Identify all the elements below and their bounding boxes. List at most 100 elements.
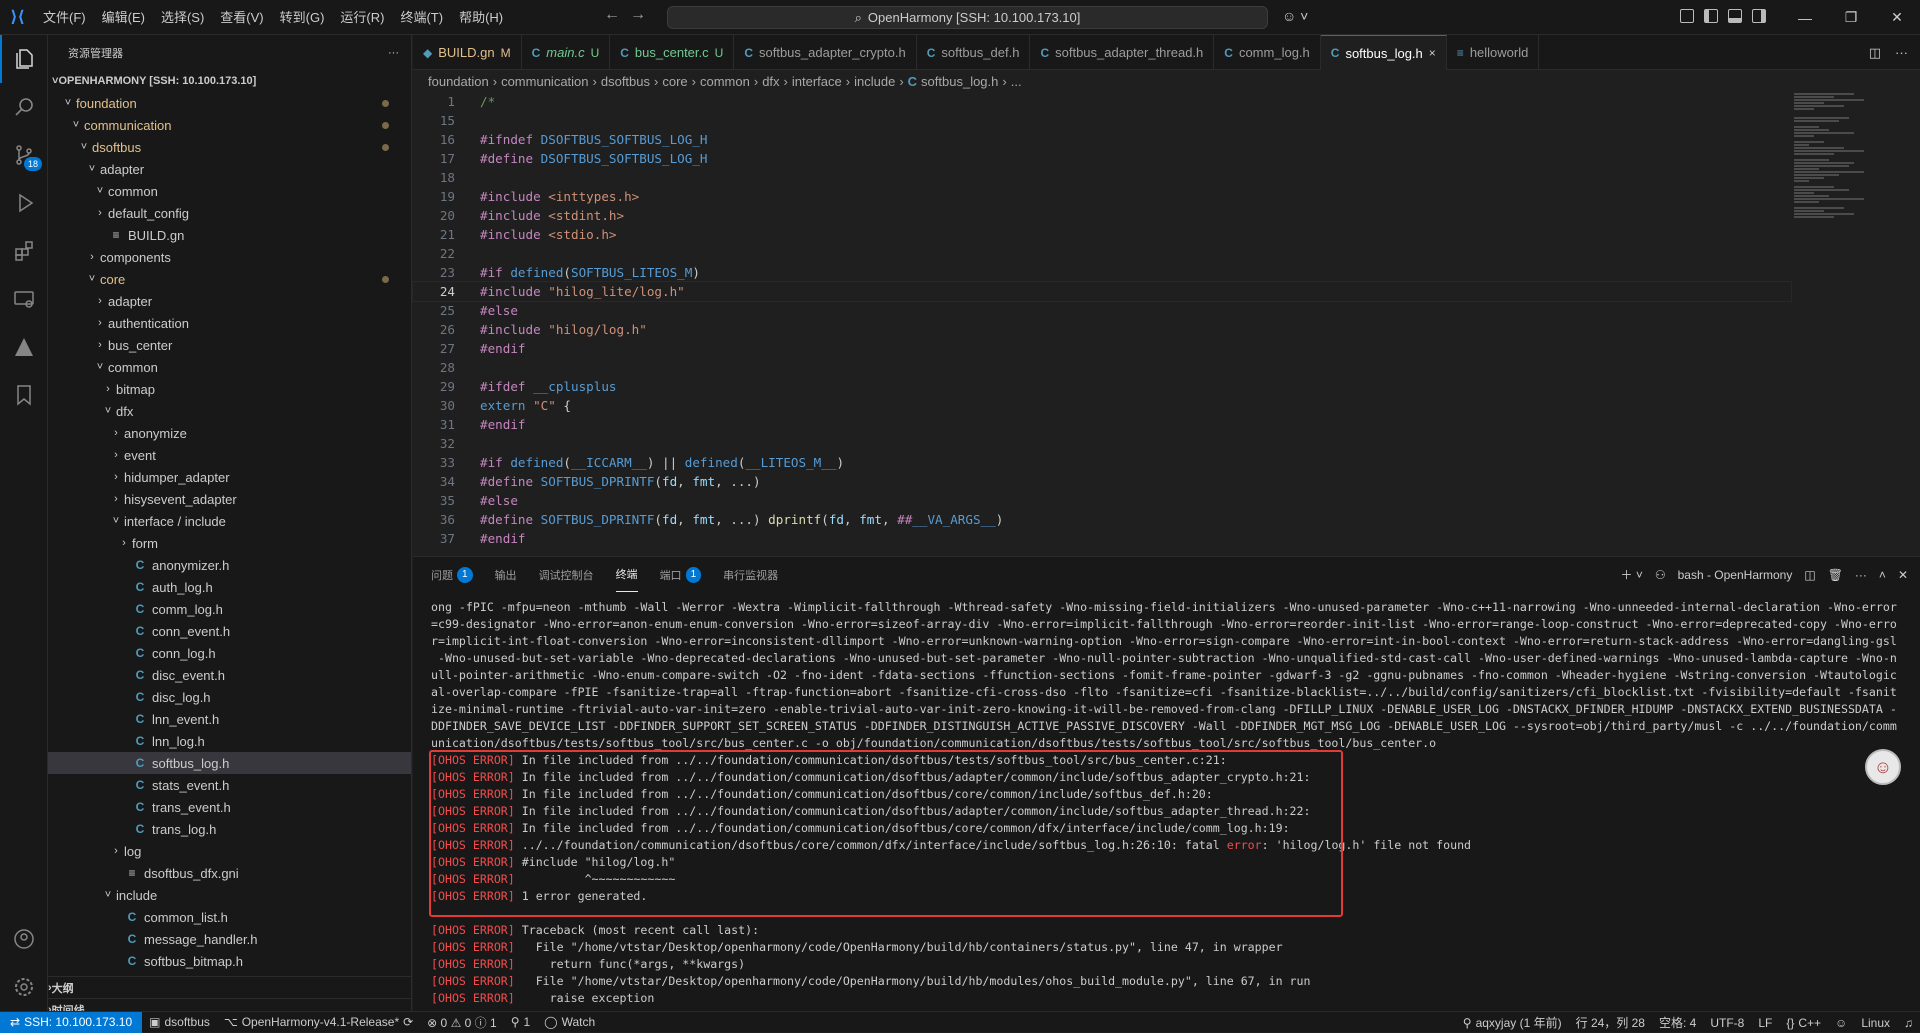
toggle-panel-icon[interactable]	[1728, 9, 1742, 23]
file-item[interactable]: ≡ BUILD.gn	[48, 224, 411, 246]
tab-softbus-log-h[interactable]: Csoftbus_log.h ×	[1320, 35, 1447, 70]
accounts-icon[interactable]	[0, 915, 48, 963]
repo-indicator[interactable]: ▣ dsoftbus	[142, 1015, 217, 1029]
notifications-bell-icon[interactable]: ♫	[1897, 1016, 1920, 1030]
folder-item[interactable]: › anonymize	[48, 422, 411, 444]
menu-item[interactable]: 运行(R)	[332, 0, 392, 35]
folder-item[interactable]: ˅ dfx	[48, 400, 411, 422]
breadcrumb-item[interactable]: softbus_log.h	[921, 74, 998, 89]
file-item[interactable]: Cconn_log.h	[48, 642, 411, 664]
breadcrumb-item[interactable]: common	[700, 74, 750, 89]
platform[interactable]: Linux	[1854, 1016, 1897, 1030]
folder-item[interactable]: ˅ foundation	[48, 92, 411, 114]
sync-icon[interactable]: ⟳	[403, 1015, 413, 1029]
tab-main-c[interactable]: Cmain.c U	[522, 35, 611, 70]
search-icon[interactable]	[0, 83, 48, 131]
folder-item[interactable]: › adapter	[48, 290, 411, 312]
menu-item[interactable]: 选择(S)	[153, 0, 212, 35]
folder-item[interactable]: › log	[48, 840, 411, 862]
ports-indicator[interactable]: ⚲ 1	[504, 1015, 537, 1029]
forward-arrow-icon[interactable]: →	[630, 6, 646, 24]
file-item[interactable]: Ccommon_list.h	[48, 906, 411, 928]
folder-item[interactable]: › bitmap	[48, 378, 411, 400]
file-item[interactable]: Cdisc_log.h	[48, 686, 411, 708]
more-actions-icon[interactable]: ···	[1895, 45, 1908, 60]
file-item[interactable]: Cmessage_handler.h	[48, 928, 411, 950]
breadcrumb-item[interactable]: communication	[501, 74, 588, 89]
panel-tab[interactable]: 问题 1	[431, 557, 473, 592]
folder-item[interactable]: ˅ communication	[48, 114, 411, 136]
new-terminal-icon[interactable]: ＋ ˅	[1621, 566, 1643, 583]
tab-bus-center-c[interactable]: Cbus_center.c U	[610, 35, 735, 70]
folder-item[interactable]: › components	[48, 246, 411, 268]
file-item[interactable]: Csoftbus_bitmap.h	[48, 950, 411, 972]
breadcrumb-item[interactable]: interface	[792, 74, 842, 89]
file-item[interactable]: ≡ dsoftbus_dfx.gni	[48, 862, 411, 884]
folder-item[interactable]: ˅ common	[48, 356, 411, 378]
tab-softbus-def-h[interactable]: Csoftbus_def.h	[917, 35, 1031, 70]
tab-comm-log-h[interactable]: Ccomm_log.h	[1214, 35, 1321, 70]
git-blame[interactable]: ⚲ aqxyjay (1 年前)	[1456, 1014, 1569, 1031]
file-item[interactable]: Clnn_log.h	[48, 730, 411, 752]
more-actions-icon[interactable]: ···	[388, 47, 399, 59]
copilot-status-icon[interactable]: ☺	[1828, 1016, 1854, 1030]
menu-item[interactable]: 查看(V)	[212, 0, 271, 35]
run-debug-icon[interactable]	[0, 179, 48, 227]
deveco-icon[interactable]	[0, 323, 48, 371]
source-control-icon[interactable]: 18	[0, 131, 48, 179]
problems-indicator[interactable]: ⊗ 0 ⚠ 0 ⓘ 1	[420, 1014, 504, 1031]
folder-item[interactable]: › hisysevent_adapter	[48, 488, 411, 510]
file-item[interactable]: Cdisc_event.h	[48, 664, 411, 686]
explorer-icon[interactable]	[0, 35, 48, 83]
panel-tab[interactable]: 串行监视器	[723, 557, 778, 592]
remote-explorer-icon[interactable]	[0, 275, 48, 323]
panel-tab[interactable]: 输出	[495, 557, 517, 592]
copilot-icon[interactable]: ☺ ˅	[1282, 8, 1308, 24]
breadcrumb-item[interactable]: ...	[1011, 74, 1022, 89]
settings-gear-icon[interactable]	[0, 963, 48, 1011]
file-item[interactable]: Ctrans_log.h	[48, 818, 411, 840]
menu-item[interactable]: 转到(G)	[272, 0, 333, 35]
menu-item[interactable]: 编辑(E)	[94, 0, 153, 35]
close-tab-icon[interactable]: ×	[1429, 46, 1436, 60]
avatar[interactable]: ☺	[1865, 749, 1901, 785]
panel-tab[interactable]: 终端	[615, 557, 638, 592]
encoding[interactable]: UTF-8	[1703, 1016, 1751, 1030]
cursor-position[interactable]: 行 24，列 28	[1569, 1014, 1652, 1031]
extensions-icon[interactable]	[0, 227, 48, 275]
folder-item[interactable]: ˅ common	[48, 180, 411, 202]
folder-item[interactable]: › authentication	[48, 312, 411, 334]
file-item[interactable]: Ctrans_event.h	[48, 796, 411, 818]
folder-item[interactable]: › hidumper_adapter	[48, 466, 411, 488]
code-editor[interactable]: 1/* 15 16 #ifndef DSOFTBUS_SOFTBUS_LOG_H 17 #…	[412, 92, 1792, 554]
file-item[interactable]: Cstats_event.h	[48, 774, 411, 796]
file-item[interactable]: Cconn_event.h	[48, 620, 411, 642]
kill-terminal-icon[interactable]: 🗑	[1828, 568, 1843, 582]
toggle-secondary-sidebar-icon[interactable]	[1752, 9, 1766, 23]
more-actions-icon[interactable]: ···	[1855, 568, 1867, 582]
folder-item[interactable]: › default_config	[48, 202, 411, 224]
breadcrumb-item[interactable]: dfx	[762, 74, 779, 89]
bookmarks-icon[interactable]	[0, 371, 48, 419]
maximize-panel-icon[interactable]: ˄	[1879, 568, 1886, 582]
file-item[interactable]: Canonymizer.h	[48, 554, 411, 576]
file-item[interactable]: Ccomm_log.h	[48, 598, 411, 620]
workspace-root[interactable]: ˅ OPENHARMONY [SSH: 10.100.173.10]	[48, 70, 411, 92]
menu-item[interactable]: 终端(T)	[392, 0, 451, 35]
indentation[interactable]: 空格: 4	[1652, 1014, 1703, 1031]
watch-indicator[interactable]: ◯ Watch	[537, 1015, 602, 1029]
folder-item[interactable]: ˅ dsoftbus	[48, 136, 411, 158]
minimize-icon[interactable]: —	[1782, 0, 1828, 35]
branch-indicator[interactable]: ⌥ OpenHarmony-v4.1-Release* ⟳	[217, 1015, 420, 1029]
close-panel-icon[interactable]: ✕	[1898, 568, 1908, 582]
end-of-line[interactable]: LF	[1751, 1016, 1779, 1030]
folder-item[interactable]: ˅ adapter	[48, 158, 411, 180]
split-editor-icon[interactable]: ◫	[1869, 45, 1881, 61]
folder-item[interactable]: ˅ include	[48, 884, 411, 906]
terminal-shell-label[interactable]: bash - OpenHarmony	[1678, 568, 1793, 582]
breadcrumb-item[interactable]: include	[854, 74, 895, 89]
file-item[interactable]: Clnn_event.h	[48, 708, 411, 730]
tab-helloworld[interactable]: ≡ helloworld	[1447, 35, 1540, 70]
menu-item[interactable]: 文件(F)	[35, 0, 94, 35]
outline-section[interactable]: › 大纲	[48, 976, 412, 998]
